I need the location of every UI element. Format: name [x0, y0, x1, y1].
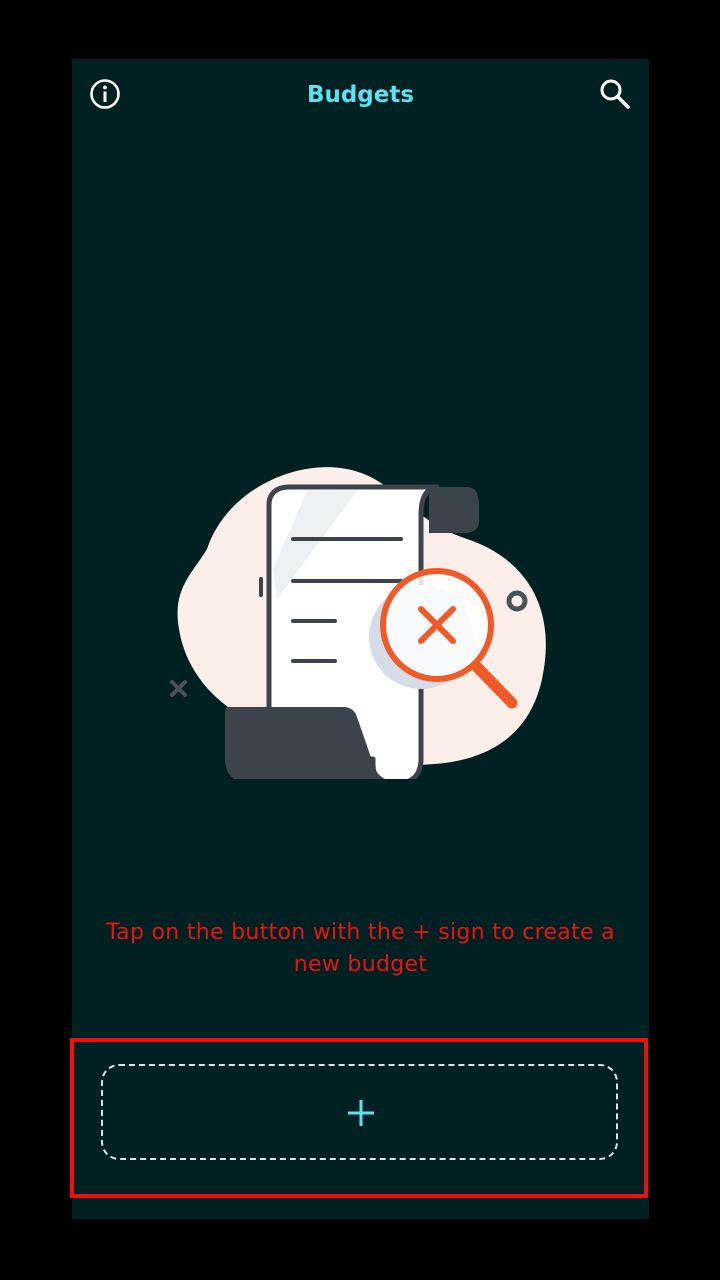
app-bar: Budgets — [72, 59, 649, 131]
plus-icon — [348, 1100, 374, 1126]
decor-x-icon — [170, 680, 187, 697]
add-budget-button[interactable] — [101, 1064, 618, 1160]
search-icon[interactable] — [598, 77, 632, 111]
page-title: Budgets — [306, 82, 415, 108]
empty-state-hint: Tap on the button with the + sign to cre… — [106, 920, 615, 977]
document-not-found-illustration — [170, 467, 546, 779]
